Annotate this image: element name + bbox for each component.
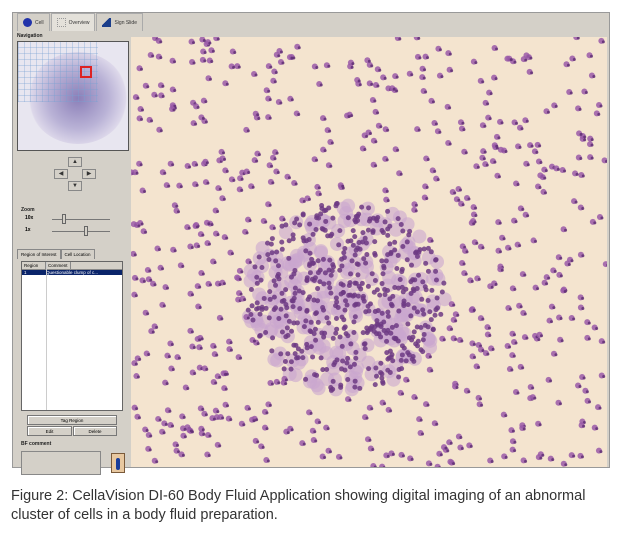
zoom-slider-1[interactable]	[52, 214, 110, 224]
tab-sign-slide[interactable]: Sign Slide	[96, 13, 143, 31]
column-header[interactable]: Region	[22, 262, 46, 269]
tab-region-of-interest[interactable]: Region of Interest	[17, 249, 61, 259]
roi-table: Region Comment 1 Questionable clump of c..…	[21, 261, 123, 411]
tab-cell-location[interactable]: Cell Location	[60, 249, 95, 259]
info-icon[interactable]	[111, 453, 125, 473]
sign-slide-icon	[102, 18, 112, 27]
edit-button[interactable]: Edit	[27, 426, 72, 436]
tab-overview[interactable]: Overview	[50, 13, 96, 31]
pan-down-button[interactable]: ▼	[68, 181, 82, 191]
tab-cell[interactable]: Cell	[17, 13, 50, 31]
region-cell: 1	[24, 270, 27, 275]
zoom-slider-2[interactable]	[52, 226, 110, 236]
app-window: Cell Overview Sign Slide Navigation ▲ ◀ …	[12, 12, 610, 475]
main-tabs: Cell Overview Sign Slide	[13, 13, 143, 31]
navigation-label: Navigation	[17, 33, 43, 39]
cell-image-view[interactable]	[131, 37, 607, 467]
bf-comment-label: BF comment	[21, 441, 52, 447]
pan-right-button[interactable]: ▶	[82, 169, 96, 179]
zoom-label: Zoom	[21, 207, 35, 213]
zoom-level-label: 1x	[25, 227, 31, 233]
column-header[interactable]: Comment	[46, 262, 71, 269]
pan-up-button[interactable]: ▲	[68, 157, 82, 167]
bf-comment-input[interactable]	[21, 451, 101, 475]
tag-region-button[interactable]: Tag Region	[27, 415, 117, 425]
tab-label: Sign Slide	[114, 19, 137, 26]
table-row[interactable]: 1 Questionable clump of c...	[22, 270, 122, 275]
pan-controls: ▲ ◀ ▶ ▼	[45, 157, 105, 197]
navigation-map[interactable]	[17, 41, 129, 151]
overview-icon	[56, 18, 66, 27]
tab-label: Overview	[68, 19, 90, 26]
delete-button[interactable]: Delete	[73, 426, 117, 436]
zoom-level-label: 10x	[25, 215, 34, 221]
left-panel: Navigation ▲ ◀ ▶ ▼ Zoom 10x 1x Region of…	[17, 33, 129, 475]
viewport-marker[interactable]	[80, 66, 92, 78]
figure-caption: Figure 2: CellaVision DI-60 Body Fluid A…	[11, 488, 586, 523]
comment-cell: Questionable clump of c...	[46, 270, 99, 275]
pan-left-button[interactable]: ◀	[54, 169, 68, 179]
tab-label: Cell	[35, 19, 44, 26]
cell-icon	[23, 18, 32, 27]
